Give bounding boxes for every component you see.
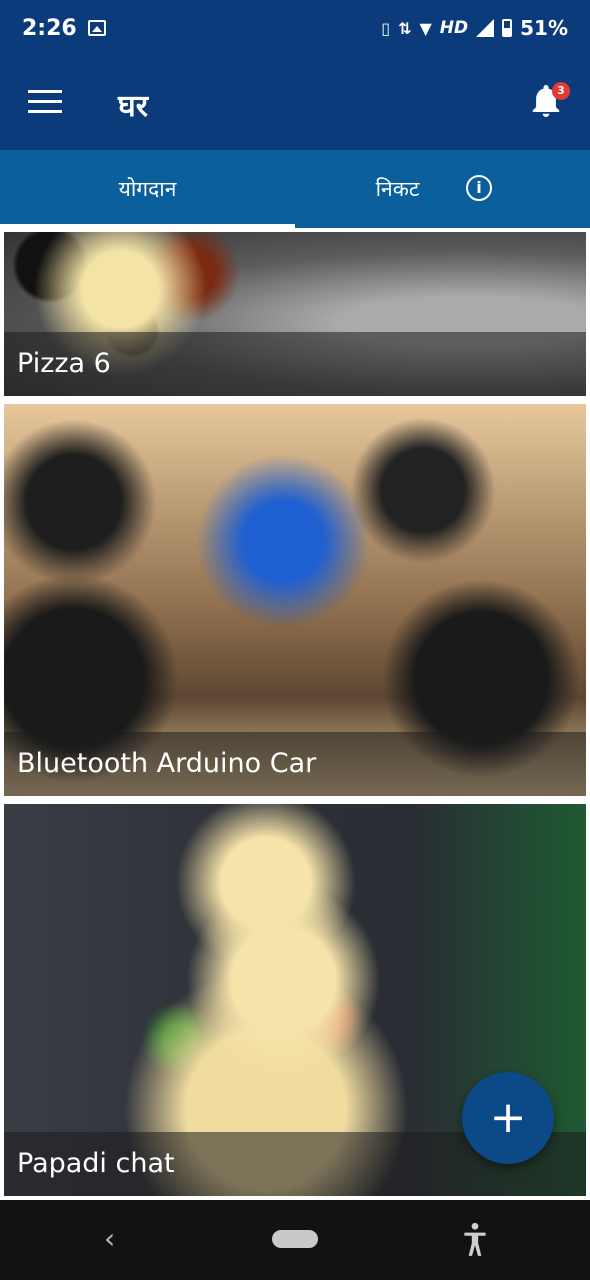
status-time: 2:26: [22, 16, 77, 41]
menu-icon[interactable]: [28, 90, 62, 114]
data-icon: ⇅: [398, 18, 412, 38]
feed-card[interactable]: Pizza 6: [4, 232, 586, 396]
status-icons: ▯ ⇅ ▼ HD 51%: [381, 16, 568, 40]
wifi-icon: ▼: [419, 18, 432, 38]
vibrate-icon: ▯: [381, 18, 391, 38]
battery-percent: 51%: [520, 16, 568, 40]
tab-indicator: [0, 224, 295, 228]
card-title: Bluetooth Arduino Car: [4, 732, 586, 796]
plus-icon: +: [489, 1092, 527, 1143]
tab-nearby[interactable]: निकट: [295, 150, 590, 228]
image-icon: [88, 20, 106, 36]
notification-badge: 3: [552, 82, 570, 100]
notifications-button[interactable]: 3: [528, 82, 570, 124]
battery-icon: [502, 19, 513, 37]
feed-card[interactable]: Bluetooth Arduino Car: [4, 404, 586, 796]
page-title: घर: [118, 89, 148, 124]
back-icon[interactable]: ‹: [104, 1222, 115, 1255]
card-title: Pizza 6: [4, 332, 586, 396]
app-bar: घर 3: [0, 58, 590, 150]
home-pill-icon[interactable]: [272, 1230, 318, 1248]
tab-bar: योगदान निकट i: [0, 150, 590, 228]
tab-contributions[interactable]: योगदान: [0, 150, 295, 228]
info-icon[interactable]: i: [466, 175, 492, 201]
system-nav-bar: ‹: [0, 1200, 590, 1280]
accessibility-icon[interactable]: [462, 1222, 488, 1258]
status-bar: 2:26 ▯ ⇅ ▼ HD 51%: [0, 0, 590, 58]
signal-icon: [476, 19, 495, 37]
network-type: HD: [439, 18, 469, 38]
tab-nearby-label: निकट: [375, 177, 420, 201]
add-upload-button[interactable]: +: [462, 1072, 554, 1164]
